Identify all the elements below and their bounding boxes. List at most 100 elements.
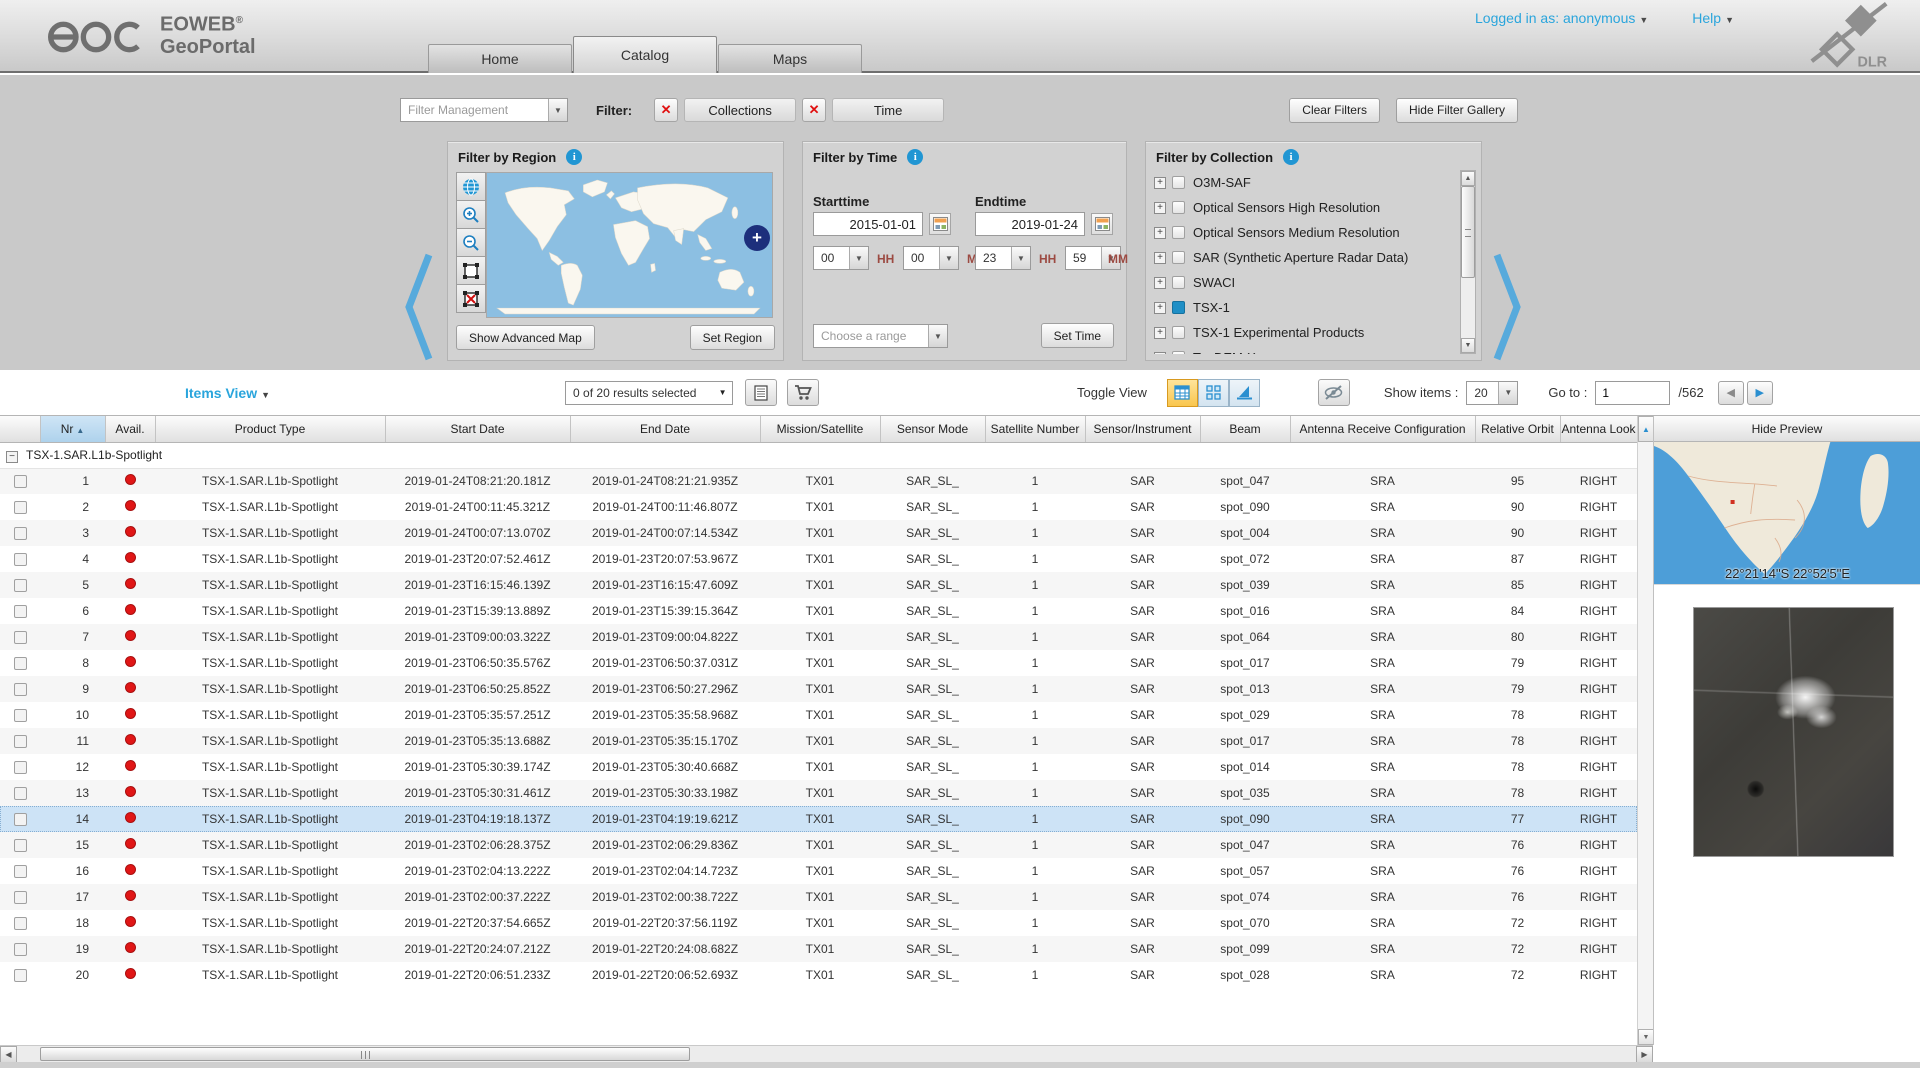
- expand-icon[interactable]: +: [1154, 302, 1166, 314]
- table-row[interactable]: 1TSX-1.SAR.L1b-Spotlight2019-01-24T08:21…: [0, 468, 1637, 494]
- region-world-map[interactable]: +: [486, 172, 773, 318]
- column-header-sensor-instrument[interactable]: Sensor/Instrument: [1085, 416, 1200, 442]
- table-row[interactable]: 11TSX-1.SAR.L1b-Spotlight2019-01-23T05:3…: [0, 728, 1637, 754]
- row-checkbox[interactable]: [14, 553, 27, 566]
- table-row[interactable]: 20TSX-1.SAR.L1b-Spotlight2019-01-22T20:0…: [0, 962, 1637, 988]
- chevron-down-icon[interactable]: ▼: [713, 382, 732, 404]
- gallery-next-chevron[interactable]: [1492, 251, 1524, 368]
- endtime-date-input[interactable]: [975, 212, 1085, 236]
- show-items-select[interactable]: 20 ▼: [1466, 381, 1518, 405]
- column-header-product-type[interactable]: Product Type: [155, 416, 385, 442]
- table-row[interactable]: 6TSX-1.SAR.L1b-Spotlight2019-01-23T15:39…: [0, 598, 1637, 624]
- scroll-up-icon[interactable]: ▲: [1638, 416, 1654, 442]
- expand-icon[interactable]: +: [1154, 252, 1166, 264]
- grid-view-icon[interactable]: [1198, 379, 1229, 407]
- table-row[interactable]: 9TSX-1.SAR.L1b-Spotlight2019-01-23T06:50…: [0, 676, 1637, 702]
- table-vertical-scrollbar[interactable]: ▲ ▼: [1637, 416, 1653, 1045]
- help-menu[interactable]: Help▼: [1692, 10, 1734, 26]
- clear-filters-button[interactable]: Clear Filters: [1289, 98, 1380, 123]
- table-row[interactable]: 17TSX-1.SAR.L1b-Spotlight2019-01-23T02:0…: [0, 884, 1637, 910]
- row-checkbox[interactable]: [14, 735, 27, 748]
- collection-checkbox[interactable]: [1172, 276, 1185, 289]
- table-row[interactable]: 4TSX-1.SAR.L1b-Spotlight2019-01-23T20:07…: [0, 546, 1637, 572]
- scroll-left-icon[interactable]: ◀: [0, 1046, 17, 1063]
- row-checkbox[interactable]: [14, 787, 27, 800]
- collection-checkbox[interactable]: [1172, 301, 1185, 314]
- map-expand-button[interactable]: +: [744, 225, 770, 251]
- results-selected-select[interactable]: 0 of 20 results selected ▼: [565, 381, 733, 405]
- column-header-mission[interactable]: Mission/Satellite: [760, 416, 880, 442]
- filter-chip-collections[interactable]: Collections: [684, 98, 796, 122]
- column-header-end-date[interactable]: End Date: [570, 416, 760, 442]
- table-row[interactable]: 5TSX-1.SAR.L1b-Spotlight2019-01-23T16:15…: [0, 572, 1637, 598]
- logged-in-menu[interactable]: Logged in as: anonymous▼: [1475, 10, 1648, 26]
- start-mm-select[interactable]: 00▼: [903, 246, 959, 270]
- hide-preview-button[interactable]: Hide Preview: [1654, 416, 1920, 442]
- row-checkbox[interactable]: [14, 813, 27, 826]
- collection-checkbox[interactable]: [1172, 351, 1185, 354]
- chevron-down-icon[interactable]: ▼: [1011, 247, 1030, 269]
- row-checkbox[interactable]: [14, 501, 27, 514]
- table-view-icon[interactable]: [1167, 379, 1198, 407]
- set-time-button[interactable]: Set Time: [1041, 323, 1114, 348]
- show-advanced-map-button[interactable]: Show Advanced Map: [456, 325, 595, 350]
- table-row[interactable]: 13TSX-1.SAR.L1b-Spotlight2019-01-23T05:3…: [0, 780, 1637, 806]
- zoom-out-icon[interactable]: [456, 228, 486, 257]
- end-hh-select[interactable]: 23▼: [975, 246, 1031, 270]
- table-row[interactable]: 18TSX-1.SAR.L1b-Spotlight2019-01-22T20:3…: [0, 910, 1637, 936]
- filter-management-select[interactable]: Filter Management ▼: [400, 98, 568, 122]
- collection-checkbox[interactable]: [1172, 251, 1185, 264]
- table-row[interactable]: 16TSX-1.SAR.L1b-Spotlight2019-01-23T02:0…: [0, 858, 1637, 884]
- goto-page-input[interactable]: [1595, 381, 1670, 405]
- choose-range-select[interactable]: Choose a range ▼: [813, 324, 948, 348]
- tab-catalog[interactable]: Catalog: [573, 36, 717, 73]
- expand-icon[interactable]: +: [1154, 202, 1166, 214]
- row-checkbox[interactable]: [14, 969, 27, 982]
- table-row[interactable]: 15TSX-1.SAR.L1b-Spotlight2019-01-23T02:0…: [0, 832, 1637, 858]
- collection-checkbox[interactable]: [1172, 176, 1185, 189]
- preview-satellite-image[interactable]: [1693, 607, 1894, 857]
- table-row[interactable]: 14TSX-1.SAR.L1b-Spotlight2019-01-23T04:1…: [0, 806, 1637, 832]
- calendar-icon[interactable]: [929, 213, 951, 235]
- collection-checkbox[interactable]: [1172, 226, 1185, 239]
- calendar-icon[interactable]: [1091, 213, 1113, 235]
- info-icon[interactable]: i: [1283, 149, 1299, 165]
- expand-icon[interactable]: +: [1154, 277, 1166, 289]
- chevron-down-icon[interactable]: ▼: [928, 325, 947, 347]
- remove-filter-collections-button[interactable]: ✕: [654, 98, 678, 122]
- row-checkbox[interactable]: [14, 917, 27, 930]
- column-header-beam[interactable]: Beam: [1200, 416, 1290, 442]
- gallery-prev-chevron[interactable]: [402, 251, 434, 368]
- column-header-nr[interactable]: Nr▲: [40, 416, 105, 442]
- column-header-relative-orbit[interactable]: Relative Orbit: [1475, 416, 1560, 442]
- collapse-icon[interactable]: −: [6, 451, 18, 463]
- hide-filter-gallery-button[interactable]: Hide Filter Gallery: [1396, 98, 1518, 123]
- table-row[interactable]: 8TSX-1.SAR.L1b-Spotlight2019-01-23T06:50…: [0, 650, 1637, 676]
- cart-icon[interactable]: [787, 379, 819, 406]
- preview-location-map[interactable]: 22°21'14"S 22°52'5"E: [1654, 442, 1920, 585]
- scrollbar-thumb[interactable]: [1461, 186, 1475, 278]
- filter-chip-time[interactable]: Time: [832, 98, 944, 122]
- remove-filter-time-button[interactable]: ✕: [802, 98, 826, 122]
- chevron-down-icon[interactable]: ▼: [1498, 382, 1517, 404]
- row-checkbox[interactable]: [14, 709, 27, 722]
- starttime-date-input[interactable]: [813, 212, 923, 236]
- items-view-menu[interactable]: Items View▼: [185, 385, 270, 401]
- toggle-footprints-icon[interactable]: [1318, 379, 1350, 406]
- row-checkbox[interactable]: [14, 839, 27, 852]
- next-page-button[interactable]: ▶: [1747, 381, 1773, 405]
- info-icon[interactable]: i: [907, 149, 923, 165]
- column-header-antenna-look[interactable]: Antenna Look: [1560, 416, 1637, 442]
- table-row[interactable]: 3TSX-1.SAR.L1b-Spotlight2019-01-24T00:07…: [0, 520, 1637, 546]
- chevron-down-icon[interactable]: ▼: [548, 99, 567, 121]
- tab-home[interactable]: Home: [428, 44, 572, 73]
- table-row[interactable]: 7TSX-1.SAR.L1b-Spotlight2019-01-23T09:00…: [0, 624, 1637, 650]
- row-checkbox[interactable]: [14, 761, 27, 774]
- scrollbar-thumb[interactable]: [40, 1047, 690, 1061]
- column-header-satellite-number[interactable]: Satellite Number: [985, 416, 1085, 442]
- row-checkbox[interactable]: [14, 631, 27, 644]
- map-view-icon[interactable]: [1229, 379, 1260, 407]
- column-header-start-date[interactable]: Start Date: [385, 416, 570, 442]
- group-row[interactable]: −TSX-1.SAR.L1b-Spotlight: [0, 442, 1637, 468]
- set-region-button[interactable]: Set Region: [690, 325, 775, 350]
